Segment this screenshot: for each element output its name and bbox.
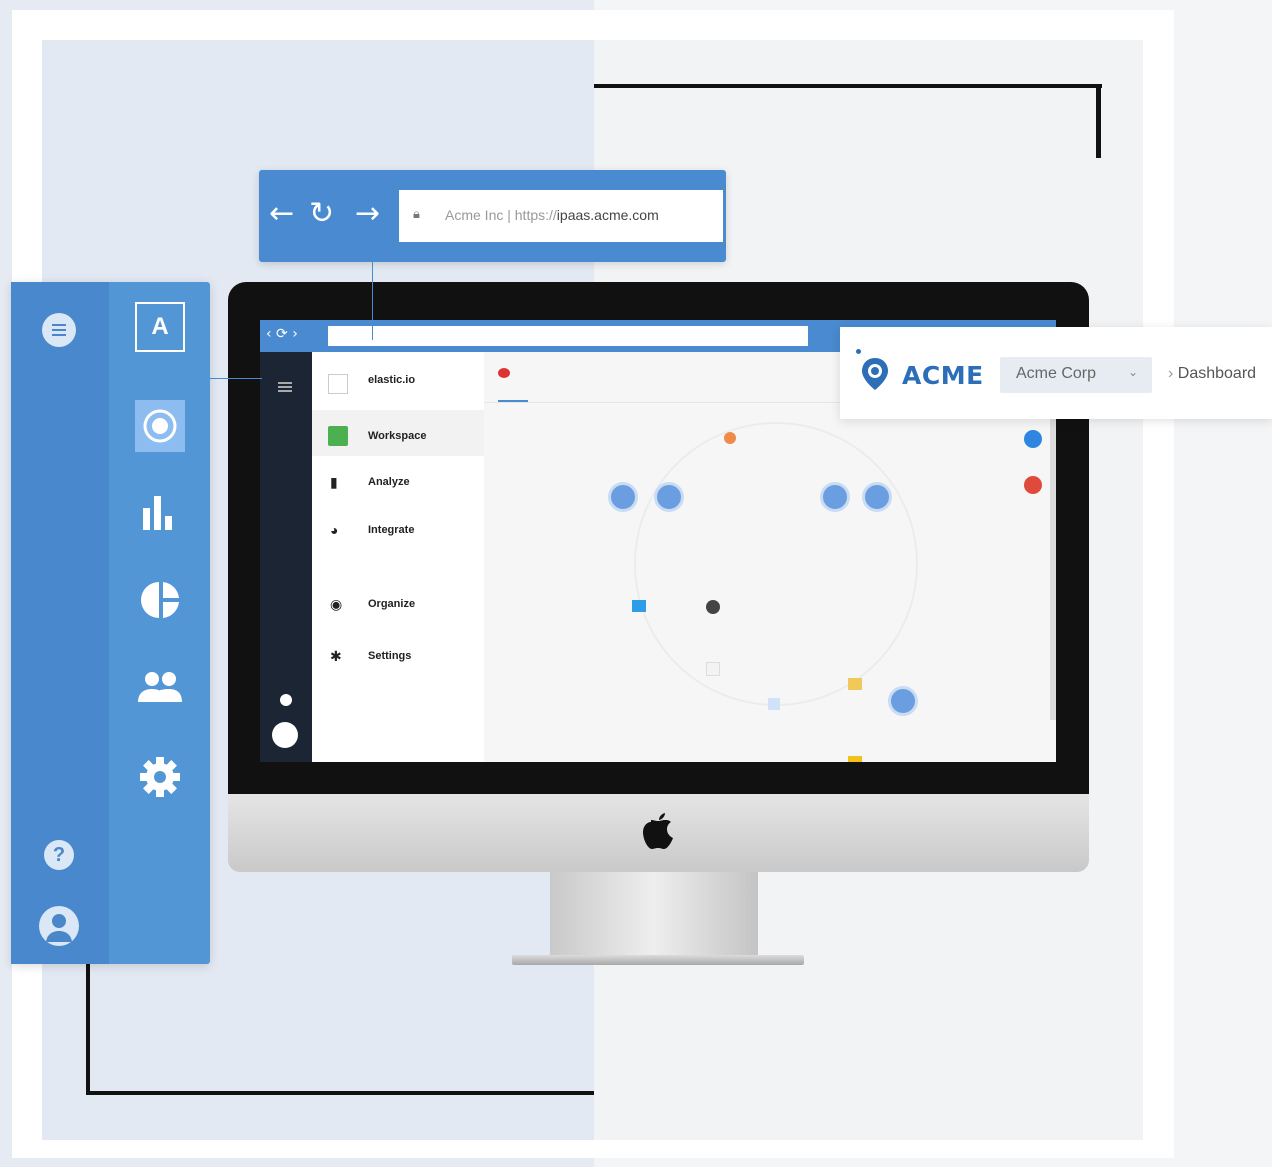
header-callout: ACME Acme Corp ⌄ › Dashboard [840, 327, 1272, 419]
screen-menu: elastic.io Workspace ▮ Analyze ◕ Integra… [312, 352, 485, 762]
sidebar-callout: ? A [11, 282, 210, 964]
screen-analyze-icon: ▮ [330, 474, 338, 490]
deco-line-right [1096, 84, 1101, 158]
monitor-stand [550, 872, 758, 957]
screen-menu-item: Settings [368, 650, 412, 662]
screen-scrollbar [1050, 400, 1056, 720]
sidebar-rail: ? [11, 282, 109, 964]
deco-line-left [86, 964, 90, 1095]
lock-icon: 🔒︎ [413, 206, 420, 221]
reload-icon[interactable]: ↻ [309, 196, 334, 231]
screen-node-small [848, 678, 862, 690]
url-prefix: Acme Inc | https:// [445, 207, 557, 223]
org-select[interactable]: Acme Corp ⌄ [1000, 357, 1152, 393]
url-text: Acme Inc | https://ipaas.acme.com [445, 207, 659, 223]
help-icon[interactable]: ? [44, 840, 74, 870]
apple-logo-icon [643, 813, 673, 849]
org-select-value: Acme Corp [1016, 365, 1097, 382]
screen-node-small [768, 698, 780, 710]
menu-icon[interactable] [42, 313, 76, 347]
deco-line-top [594, 84, 1102, 88]
screen-workspace-name: elastic.io [368, 374, 416, 386]
screen-menu-item: Integrate [368, 524, 415, 536]
target-nav-item[interactable] [135, 400, 185, 452]
chevron-down-icon: ⌄ [1128, 365, 1139, 379]
screen-node [608, 482, 638, 512]
browser-bar-callout: ← ↻ → 🔒︎ Acme Inc | https://ipaas.acme.c… [259, 170, 726, 262]
screen-flow-icon [498, 368, 510, 378]
brand-dot [856, 349, 861, 354]
screen-fab-blue [1024, 430, 1042, 448]
arrow-right-icon[interactable]: → [355, 196, 380, 231]
screen-url-field [328, 326, 808, 346]
target-icon [143, 409, 177, 443]
screen-user-icon [272, 722, 298, 748]
app-logo[interactable]: A [135, 302, 185, 352]
pie-chart-icon[interactable] [141, 580, 181, 620]
brand-logo[interactable]: ACME [902, 361, 984, 390]
monitor-chin [228, 794, 1089, 872]
screen-fab-red [1024, 476, 1042, 494]
screen-node-small [632, 600, 646, 612]
breadcrumb-dashboard: Dashboard [1177, 365, 1257, 382]
screen-node-small [706, 600, 720, 614]
screen-dark-rail [260, 352, 312, 762]
screen-node-small [848, 756, 862, 762]
screen-node [888, 686, 918, 716]
connector-line [372, 262, 373, 340]
deco-line-bottom [86, 1091, 594, 1095]
screen-menu-item: Workspace [368, 430, 427, 442]
breadcrumb[interactable]: › Dashboard [1168, 365, 1256, 383]
screen-integrate-icon: ◕ [330, 522, 339, 538]
menu-lines [52, 324, 66, 336]
screen-node-small [724, 432, 736, 444]
monitor-foot [512, 955, 804, 965]
url-field[interactable]: 🔒︎ Acme Inc | https://ipaas.acme.com [399, 190, 723, 242]
bar-chart-icon[interactable] [141, 494, 181, 530]
screen-settings-icon: ✱ [330, 648, 342, 664]
screen-active-tab [498, 400, 528, 402]
screen-workspace-icon [328, 426, 348, 446]
arrow-left-icon[interactable]: ← [269, 196, 294, 231]
location-pin-icon [862, 358, 888, 390]
user-icon[interactable] [39, 906, 79, 946]
screen-help-icon [280, 694, 292, 706]
screen-node [654, 482, 684, 512]
screen-node-small [706, 662, 720, 676]
connector-line-sidebar [210, 378, 262, 379]
screen-node [862, 482, 892, 512]
screen-nav-icons: ‹ ⟳ › [266, 326, 298, 342]
screen-orbit [634, 422, 918, 706]
screen-organize-icon: ◉ [330, 596, 343, 612]
screen-menu-icon [278, 382, 292, 384]
gear-icon[interactable] [139, 756, 181, 798]
screen-workspace-logo [328, 374, 348, 394]
screen-menu-item: Analyze [368, 476, 410, 488]
url-domain: ipaas.acme.com [556, 207, 659, 223]
users-icon[interactable] [137, 670, 183, 704]
user-glyph [46, 914, 72, 942]
chevron-right-icon: › [1168, 365, 1178, 382]
screen-menu-item: Organize [368, 598, 416, 610]
screen-node [820, 482, 850, 512]
